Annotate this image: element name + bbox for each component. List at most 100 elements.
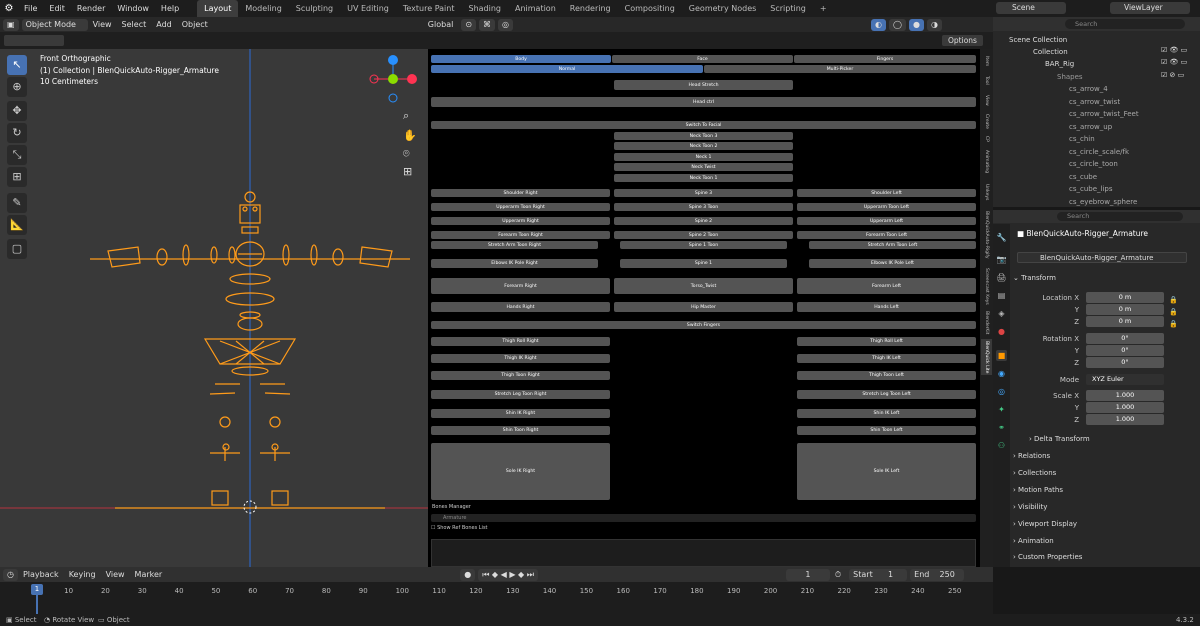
shading-solid-icon[interactable]: ● xyxy=(908,18,924,31)
relations-header[interactable]: › Relations xyxy=(1013,452,1198,460)
outliner-item[interactable]: cs_eyebrow_sphere xyxy=(993,196,1200,208)
head-stretch-button[interactable]: Head Stretch xyxy=(614,80,793,90)
modifier-tab-icon[interactable]: ◉ xyxy=(996,368,1007,379)
data-tab-icon[interactable]: ⚇ xyxy=(996,440,1007,451)
sole-ik-left-button[interactable]: Sole IK Left xyxy=(797,443,976,500)
sidebar-tab-item[interactable]: Item xyxy=(981,53,992,69)
shin-ik-right-button[interactable]: Shin IK Right xyxy=(431,409,610,418)
menu-add[interactable]: Add xyxy=(151,20,177,29)
tab-animation[interactable]: Animation xyxy=(508,0,563,17)
object-name-field[interactable]: ■ BlenQuickAuto-Rigger_Armature xyxy=(1017,229,1148,238)
mode-multi-picker[interactable]: Multi-Picker xyxy=(704,65,976,73)
3d-viewport[interactable]: Front Orthographic (1) Collection | Blen… xyxy=(0,49,428,567)
outliner-search[interactable]: Search xyxy=(1065,19,1185,29)
spine-3-toon-button[interactable]: Spine 3 Toon xyxy=(614,203,793,211)
hip-master-button[interactable]: Hip Master xyxy=(614,302,793,312)
outliner-item[interactable]: cs_circle_scale/fk xyxy=(993,146,1200,158)
tab-compositing[interactable]: Compositing xyxy=(618,0,682,17)
end-frame-field[interactable]: End 250 xyxy=(910,568,965,581)
rotation-y-field[interactable]: 0° xyxy=(1086,345,1164,356)
mode-dropdown[interactable]: Object Mode xyxy=(21,18,88,31)
visibility-eye-icon[interactable]: ☑ ⊘ ▭ xyxy=(1161,71,1184,79)
menu-timeline-view[interactable]: View xyxy=(101,570,130,579)
upperarm-right-button[interactable]: Upperarm Right xyxy=(431,217,610,225)
menu-window[interactable]: Window xyxy=(111,0,155,17)
sidebar-tab-tool[interactable]: Tool xyxy=(981,71,992,89)
motion-paths-header[interactable]: › Motion Paths xyxy=(1013,486,1198,494)
thigh-toon-left-button[interactable]: Thigh Toon Left xyxy=(797,371,976,380)
overlay-icon[interactable]: ◐ xyxy=(871,18,886,31)
menu-playback[interactable]: Playback xyxy=(18,570,64,579)
lock-icon[interactable]: 🔒 🔒 🔒 xyxy=(1169,294,1178,330)
object-tab-icon[interactable]: ■ xyxy=(996,350,1007,361)
options-dropdown[interactable]: Options xyxy=(942,35,983,46)
object-datablock-field[interactable]: BlenQuickAuto-Rigger_Armature xyxy=(1017,252,1187,263)
tool-tab-icon[interactable]: 🔧 xyxy=(996,232,1007,243)
zoom-icon[interactable]: ⌕ xyxy=(403,109,409,123)
tab-scripting[interactable]: Scripting xyxy=(763,0,813,17)
sole-ik-right-button[interactable]: Sole IK Right xyxy=(431,443,610,500)
menu-keying[interactable]: Keying xyxy=(64,570,101,579)
bones-list[interactable] xyxy=(431,539,976,567)
stretch-leg-left-button[interactable]: Stretch Leg Toon Left xyxy=(797,390,976,399)
add-workspace-icon[interactable]: + xyxy=(813,0,834,17)
thigh-toon-right-button[interactable]: Thigh Toon Right xyxy=(431,371,610,380)
animation-header[interactable]: › Animation xyxy=(1013,537,1198,545)
forearm-left-button[interactable]: Forearm Left xyxy=(797,278,976,294)
record-icon[interactable]: ● xyxy=(460,568,476,581)
menu-marker[interactable]: Marker xyxy=(130,570,168,579)
view-layer-tab-icon[interactable]: ▤ xyxy=(996,290,1007,301)
playhead[interactable]: 1 xyxy=(31,584,43,595)
spine-1-toon-button[interactable]: Spine 1 Toon xyxy=(620,241,787,249)
neck-1-button[interactable]: Neck 1 xyxy=(614,153,793,161)
current-frame-field[interactable]: 1 xyxy=(785,568,830,581)
scale-x-field[interactable]: 1.000 xyxy=(1086,390,1164,401)
sidebar-tab-create[interactable]: Create xyxy=(981,111,992,131)
location-x-field[interactable]: 0 m xyxy=(1086,292,1164,303)
outliner-item[interactable]: cs_circle_toon xyxy=(993,158,1200,170)
thigh-roll-right-button[interactable]: Thigh Roll Right xyxy=(431,337,610,346)
start-frame-field[interactable]: Start 1 xyxy=(849,568,908,581)
stopwatch-icon[interactable]: ⏱ xyxy=(830,570,846,580)
shoulder-right-button[interactable]: Shoulder Right xyxy=(431,189,610,197)
upperarm-toon-right-button[interactable]: Upperarm Toon Right xyxy=(431,203,610,211)
stretch-leg-right-button[interactable]: Stretch Leg Toon Right xyxy=(431,390,610,399)
render-tab-icon[interactable]: 📷 xyxy=(996,254,1007,265)
neck-twist-button[interactable]: Neck Twist xyxy=(614,163,793,171)
sidebar-tab-bqar[interactable]: BlenQuickAuto-Rigify xyxy=(981,207,992,263)
stretch-arm-left-button[interactable]: Stretch Arm Toon Left xyxy=(809,241,976,249)
spine-2-button[interactable]: Spine 2 xyxy=(614,217,793,225)
sidebar-tab-blenderkit[interactable]: BlenderKit xyxy=(981,309,992,337)
stretch-arm-right-button[interactable]: Stretch Arm Toon Right xyxy=(431,241,598,249)
spine-2-toon-button[interactable]: Spine 2 Toon xyxy=(614,231,793,239)
outliner-item[interactable]: cs_cube xyxy=(993,171,1200,183)
visibility-eye-icon[interactable]: ☑ 👁 ▭ xyxy=(1161,46,1187,54)
neck-toon-3-button[interactable]: Neck Toon 3 xyxy=(614,132,793,140)
shading-wire-icon[interactable]: ◯ xyxy=(889,18,906,31)
scale-y-field[interactable]: 1.000 xyxy=(1086,402,1164,413)
timeline-editor-icon[interactable]: ◷ xyxy=(3,568,18,581)
properties-search[interactable]: Search xyxy=(1057,212,1183,221)
elbow-ik-left-button[interactable]: Elbows IK Pole Left xyxy=(809,259,976,268)
switch-fingers-button[interactable]: Switch Fingers xyxy=(431,321,976,329)
forearm-toon-right-button[interactable]: Forearm Toon Right xyxy=(431,231,610,239)
upperarm-toon-left-button[interactable]: Upperarm Toon Left xyxy=(797,203,976,211)
outliner-item[interactable]: cs_cube_lips xyxy=(993,183,1200,195)
bones-search-field[interactable]: Armature xyxy=(431,514,976,522)
physics-tab-icon[interactable]: ✦ xyxy=(996,404,1007,415)
world-tab-icon[interactable]: ● xyxy=(996,326,1007,337)
head-ctrl-button[interactable]: Head ctrl xyxy=(431,97,976,107)
delta-transform-header[interactable]: › Delta Transform xyxy=(1029,435,1200,443)
shin-ik-left-button[interactable]: Shin IK Left xyxy=(797,409,976,418)
shoulder-left-button[interactable]: Shoulder Left xyxy=(797,189,976,197)
hands-right-button[interactable]: Hands Right xyxy=(431,302,610,312)
shin-toon-left-button[interactable]: Shin Toon Left xyxy=(797,426,976,435)
sidebar-tab-cp[interactable]: CP xyxy=(981,133,992,145)
menu-object[interactable]: Object xyxy=(177,20,213,29)
sidebar-tab-animating[interactable]: Animating xyxy=(981,147,992,177)
torso-twist-button[interactable]: Torso_Twist xyxy=(614,278,793,294)
tab-layout[interactable]: Layout xyxy=(197,0,239,17)
pan-hand-icon[interactable]: ✋ xyxy=(403,129,417,142)
scene-tab-icon[interactable]: ◈ xyxy=(996,308,1007,319)
tab-texture-paint[interactable]: Texture Paint xyxy=(396,0,462,17)
